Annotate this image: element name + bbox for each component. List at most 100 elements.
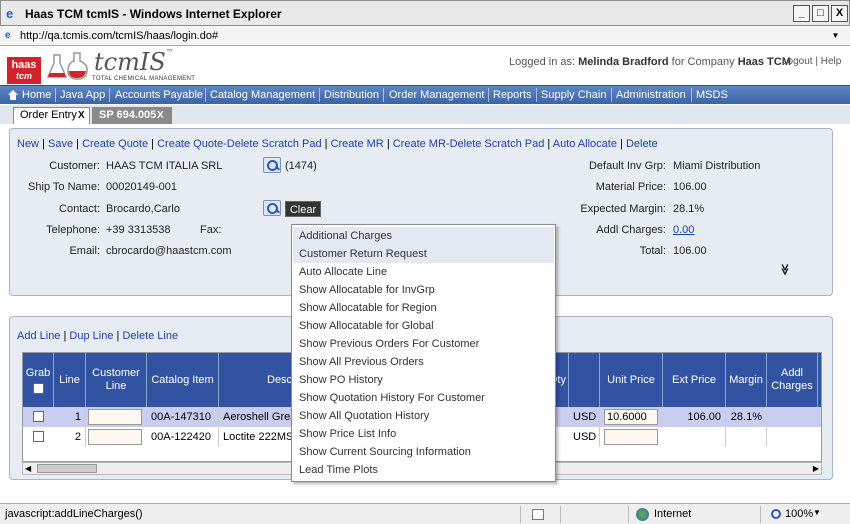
menu-supply-chain[interactable]: Supply Chain [541,89,606,101]
tab-order-entry[interactable]: Order Entry X [13,107,90,124]
menu-separator [691,88,692,102]
col-margin: Margin [726,353,767,407]
tab-close-icon[interactable]: X [78,108,85,123]
menu-allocatable-region[interactable]: Show Allocatable for Region [293,299,554,317]
customer-label: Customer: [49,160,100,172]
menu-separator [488,88,489,102]
contact-search-icon[interactable] [263,200,281,216]
menu-lead-time-plots[interactable]: Lead Time Plots [293,461,554,479]
page-status-icon [532,509,544,520]
shipto-label: Ship To Name: [28,181,100,193]
menu-quotation-history-customer[interactable]: Show Quotation History For Customer [293,389,554,407]
create-quote-link[interactable]: Create Quote [82,138,148,150]
customer-line-input[interactable] [88,429,142,445]
create-quote-delete-link[interactable]: Create Quote-Delete Scratch Pad [157,138,321,150]
expand-icon[interactable]: ≫ [778,264,791,276]
row-grab-checkbox[interactable] [33,431,44,442]
logout-link[interactable]: Logout [782,56,813,67]
status-separator [628,506,629,523]
clear-button[interactable]: Clear [285,201,321,217]
help-link[interactable]: Help [821,56,842,67]
row-line: 1 [54,407,86,427]
add-line-link[interactable]: Add Line [17,330,60,342]
col-currency [569,353,600,407]
menu-allocatable-global[interactable]: Show Allocatable for Global [293,317,554,335]
menu-home[interactable]: Home [22,89,51,101]
tab-strip: Order Entry X SP 694.005 X [0,105,850,124]
menu-customer-return-request[interactable]: Customer Return Request [293,245,554,263]
address-dropdown-icon[interactable]: ▼ [829,29,842,42]
menu-distribution[interactable]: Distribution [324,89,379,101]
fax-label: Fax: [200,224,222,236]
telephone-value: +39 3313538 [106,224,171,236]
material-price-label: Material Price: [595,181,666,193]
col-customer-line: Customer Line [86,353,147,407]
menu-additional-charges[interactable]: Additional Charges [293,227,554,245]
tcmis-brand: tcmIS™ [94,48,174,76]
row-grab-checkbox[interactable] [33,411,44,422]
menu-accounts-payable[interactable]: Accounts Payable [115,89,203,101]
menu-catalog-management[interactable]: Catalog Management [210,89,315,101]
main-menu: Home Java App Accounts Payable Catalog M… [0,85,850,104]
grab-all-checkbox[interactable] [32,382,44,394]
zoom-dropdown-icon[interactable]: ▼ [813,508,821,517]
menu-administration[interactable]: Administration [616,89,686,101]
menu-auto-allocate-line[interactable]: Auto Allocate Line [293,263,554,281]
menu-previous-orders-customer[interactable]: Show Previous Orders For Customer [293,335,554,353]
ie-icon: e [6,6,14,21]
menu-java-app[interactable]: Java App [60,89,105,101]
menu-separator [611,88,612,102]
customer-search-icon[interactable] [263,157,281,173]
save-link[interactable]: Save [48,138,73,150]
customer-count: (1474) [285,160,317,172]
line-context-menu: Additional Charges Customer Return Reque… [291,224,556,482]
menu-msds[interactable]: MSDS [696,89,728,101]
unit-price-input[interactable] [604,429,658,445]
address-url[interactable]: http://qa.tcmis.com/tcmIS/haas/login.do# [20,30,218,42]
user-name: Melinda Bradford [578,56,669,68]
menu-allocatable-invgrp[interactable]: Show Allocatable for InvGrp [293,281,554,299]
tagline: TOTAL CHEMICAL MANAGEMENT [92,76,196,82]
menu-order-management[interactable]: Order Management [389,89,484,101]
delete-line-link[interactable]: Delete Line [122,330,178,342]
col-ext-price: Ext Price [663,353,726,407]
zoom-level[interactable]: 100% [785,508,813,520]
menu-price-list-info[interactable]: Show Price List Info [293,425,554,443]
email-value: cbrocardo@haastcm.com [106,245,232,257]
address-bar[interactable]: e http://qa.tcmis.com/tcmIS/haas/login.d… [0,26,850,46]
maximize-button[interactable]: □ [812,5,829,22]
addl-charges-link[interactable]: 0.00 [673,224,694,236]
create-mr-delete-link[interactable]: Create MR-Delete Scratch Pad [393,138,545,150]
dup-line-link[interactable]: Dup Line [69,330,113,342]
delete-link[interactable]: Delete [626,138,658,150]
row-currency: USD [569,427,600,447]
close-window-button[interactable]: X [831,5,848,22]
tab-close-icon[interactable]: X [157,108,164,123]
home-icon [8,90,18,100]
telephone-label: Telephone: [46,224,100,236]
scroll-thumb[interactable] [37,464,97,473]
auto-allocate-link[interactable]: Auto Allocate [553,138,617,150]
scroll-left-icon[interactable]: ◀ [25,464,31,473]
row-catalog-item: 00A-147310 [147,407,219,427]
menu-all-previous-orders[interactable]: Show All Previous Orders [293,353,554,371]
zoom-icon[interactable] [771,509,781,519]
default-inv-value: Miami Distribution [673,160,761,172]
material-price-value: 106.00 [673,181,707,193]
customer-line-input[interactable] [88,409,142,425]
menu-reports[interactable]: Reports [493,89,532,101]
col-line: Line [54,353,86,407]
create-mr-link[interactable]: Create MR [331,138,384,150]
unit-price-input[interactable]: 10.6000 [604,409,658,425]
new-link[interactable]: New [17,138,39,150]
contact-value: Brocardo,Carlo [106,203,180,215]
customer-value: HAAS TCM ITALIA SRL [106,160,223,172]
email-label: Email: [69,245,100,257]
menu-all-quotation-history[interactable]: Show All Quotation History [293,407,554,425]
tab-sp-694[interactable]: SP 694.005 X [92,107,172,124]
status-bar: javascript:addLineCharges() Internet 100… [0,503,850,524]
scroll-right-icon[interactable]: ▶ [813,464,819,473]
minimize-button[interactable]: _ [793,5,810,22]
menu-current-sourcing[interactable]: Show Current Sourcing Information [293,443,554,461]
menu-po-history[interactable]: Show PO History [293,371,554,389]
